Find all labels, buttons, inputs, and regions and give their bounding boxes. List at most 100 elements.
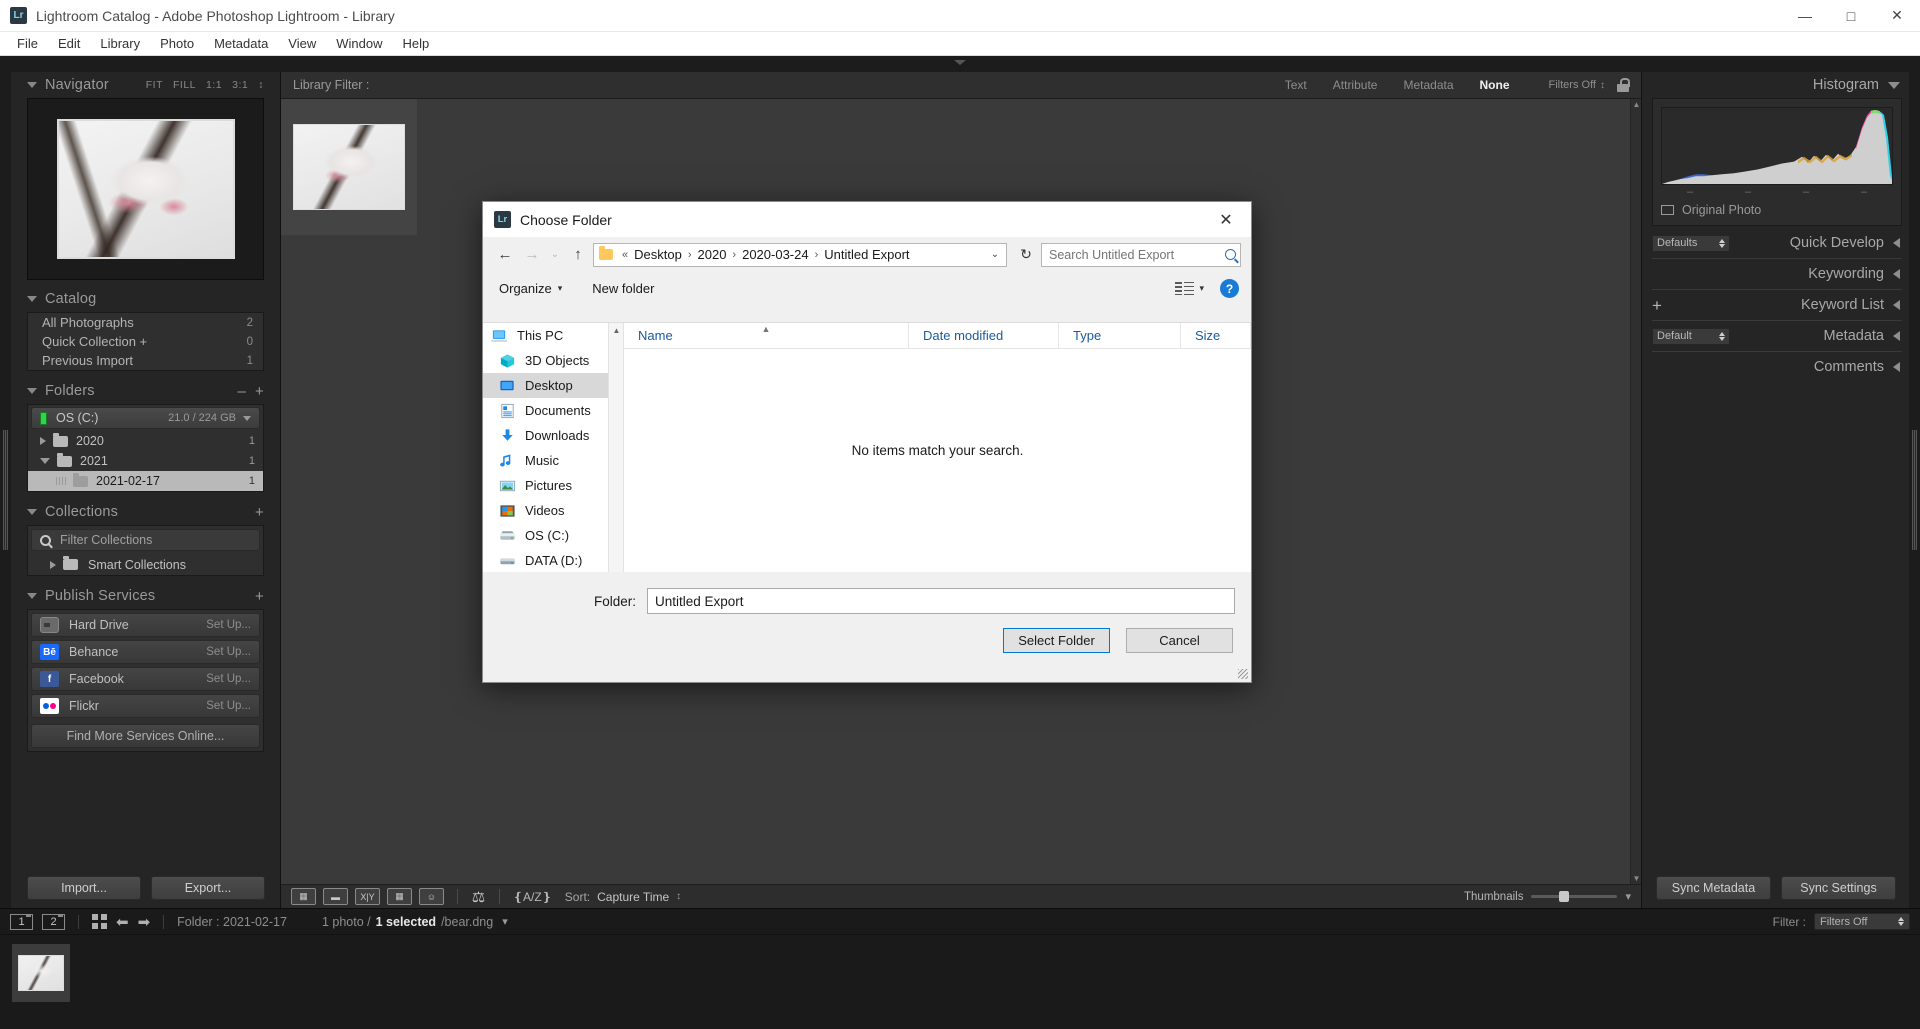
breadcrumb-item-2020[interactable]: 2020 — [695, 246, 730, 263]
select-folder-button[interactable]: Select Folder — [1003, 628, 1110, 653]
collections-header[interactable]: Collections + — [27, 499, 264, 525]
grid-view-icon[interactable] — [92, 914, 107, 929]
folders-header[interactable]: Folders – + — [27, 378, 264, 404]
sidebar-item-videos[interactable]: Videos — [483, 498, 623, 523]
spray-can-icon[interactable]: ⚖ — [471, 888, 486, 905]
drive-row-os-c[interactable]: OS (C:) 21.0 / 224 GB — [31, 407, 260, 429]
navigator-preview[interactable] — [27, 98, 264, 280]
left-panel-resize-handle[interactable] — [0, 72, 11, 908]
expand-dots-icon[interactable] — [56, 477, 66, 485]
dialog-close-button[interactable]: ✕ — [1209, 205, 1243, 235]
people-view-icon[interactable]: ☺ — [419, 888, 444, 905]
cancel-button[interactable]: Cancel — [1126, 628, 1233, 653]
panel-comments[interactable]: Comments — [1652, 354, 1902, 380]
filmstrip-thumbnail[interactable] — [12, 944, 70, 1002]
menu-metadata[interactable]: Metadata — [205, 34, 277, 53]
zoom-1-1[interactable]: 1:1 — [206, 79, 222, 91]
menu-help[interactable]: Help — [394, 34, 439, 53]
grid-view-icon[interactable]: ▦ — [291, 888, 316, 905]
right-panel-resize-handle[interactable] — [1909, 72, 1920, 908]
sidebar-item-os-c[interactable]: OS (C:) — [483, 523, 623, 548]
close-button[interactable]: ✕ — [1874, 0, 1920, 32]
zoom-fill[interactable]: FILL — [173, 79, 196, 91]
grid-scrollbar[interactable]: ▲ ▼ — [1630, 99, 1641, 884]
help-icon[interactable]: ? — [1220, 279, 1239, 298]
chevron-right-icon[interactable] — [40, 437, 46, 445]
screen-2-button[interactable]: 2 — [42, 914, 65, 930]
chevron-down-icon[interactable]: ⌄ — [986, 249, 1004, 260]
menu-view[interactable]: View — [279, 34, 325, 53]
catalog-item-previous-import[interactable]: Previous Import 1 — [28, 351, 263, 370]
publish-services-header[interactable]: Publish Services + — [27, 583, 264, 609]
panel-quick-develop[interactable]: Defaults Quick Develop — [1652, 230, 1902, 256]
new-folder-button[interactable]: New folder — [588, 278, 658, 299]
zoom-fit[interactable]: FIT — [146, 79, 163, 91]
collections-item-smart-collections[interactable]: Smart Collections — [28, 554, 263, 575]
original-photo-toggle[interactable]: Original Photo — [1661, 203, 1893, 217]
filter-tab-metadata[interactable]: Metadata — [1390, 75, 1466, 95]
filter-tab-none[interactable]: None — [1467, 75, 1523, 95]
export-button[interactable]: Export... — [151, 876, 265, 900]
sort-az-icon[interactable]: ❴A/Z❵ — [513, 890, 552, 904]
sidebar-item-downloads[interactable]: Downloads — [483, 423, 623, 448]
remove-folder-button[interactable]: – — [237, 384, 246, 399]
loupe-view-icon[interactable]: ▬ — [323, 888, 348, 905]
checkbox-icon[interactable] — [1661, 205, 1674, 215]
compare-view-icon[interactable]: X|Y — [355, 888, 380, 905]
import-button[interactable]: Import... — [27, 876, 141, 900]
breadcrumb-item-desktop[interactable]: Desktop — [631, 246, 685, 263]
maximize-button[interactable]: □ — [1828, 0, 1874, 32]
service-setup-link[interactable]: Set Up... — [206, 700, 251, 712]
filters-state-label[interactable]: Filters Off — [1549, 79, 1596, 91]
menu-edit[interactable]: Edit — [49, 34, 89, 53]
publish-service-facebook[interactable]: f Facebook Set Up... — [31, 667, 260, 691]
minimize-button[interactable]: — — [1782, 0, 1828, 32]
stepper-icon[interactable] — [1898, 917, 1904, 926]
navigator-header[interactable]: Navigator FIT FILL 1:1 3:1 ↕ — [27, 72, 264, 98]
filmstrip-filter-select[interactable]: Filters Off — [1814, 913, 1910, 930]
filmstrip-menu-chevron-icon[interactable]: ▾ — [502, 915, 508, 928]
sidebar-item-data-d[interactable]: DATA (D:) — [483, 548, 623, 573]
folder-name-input[interactable] — [655, 594, 1227, 609]
folder-name-field[interactable] — [647, 588, 1235, 614]
find-more-services-button[interactable]: Find More Services Online... — [31, 724, 260, 748]
sync-metadata-button[interactable]: Sync Metadata — [1656, 876, 1771, 900]
top-panel-toggle[interactable] — [0, 56, 1920, 72]
zoom-stepper-icon[interactable]: ↕ — [258, 79, 264, 91]
sort-value[interactable]: Capture Time — [597, 890, 669, 904]
panel-keyword-list[interactable]: + Keyword List — [1652, 292, 1902, 318]
histogram-header[interactable]: Histogram — [1652, 72, 1902, 98]
metadata-preset-select[interactable]: Default — [1652, 328, 1730, 345]
catalog-header[interactable]: Catalog — [27, 286, 264, 312]
sidebar-item-music[interactable]: Music — [483, 448, 623, 473]
folder-tree-item-2020[interactable]: 2020 1 — [28, 431, 263, 451]
organize-button[interactable]: Organize ▾ — [495, 278, 566, 299]
column-header-name[interactable]: ▲ Name — [624, 323, 909, 348]
up-button[interactable]: ↑ — [566, 243, 590, 267]
stepper-icon[interactable] — [1713, 239, 1725, 248]
sidebar-item-pictures[interactable]: Pictures — [483, 473, 623, 498]
back-arrow-icon[interactable]: ⬅ — [116, 913, 129, 931]
screen-1-button[interactable]: 1 — [10, 914, 33, 930]
catalog-item-quick-collection[interactable]: Quick Collection + 0 — [28, 332, 263, 351]
chevron-down-icon[interactable] — [243, 416, 251, 421]
menu-window[interactable]: Window — [327, 34, 391, 53]
forward-button[interactable]: → — [520, 243, 544, 267]
quick-develop-preset-select[interactable]: Defaults — [1652, 235, 1730, 252]
sidebar-item-desktop[interactable]: Desktop — [483, 373, 623, 398]
lock-icon[interactable] — [1617, 78, 1629, 92]
refresh-button[interactable]: ↻ — [1014, 243, 1038, 267]
filter-tab-text[interactable]: Text — [1272, 75, 1320, 95]
menu-file[interactable]: File — [8, 34, 47, 53]
add-folder-button[interactable]: + — [255, 384, 264, 399]
filter-collections-input[interactable]: Filter Collections — [31, 529, 260, 551]
filter-tab-attribute[interactable]: Attribute — [1320, 75, 1391, 95]
publish-service-behance[interactable]: Bē Behance Set Up... — [31, 640, 260, 664]
menu-photo[interactable]: Photo — [151, 34, 203, 53]
stepper-icon[interactable] — [1713, 332, 1725, 341]
catalog-item-all-photographs[interactable]: All Photographs 2 — [28, 313, 263, 332]
column-header-date-modified[interactable]: Date modified — [909, 323, 1059, 348]
panel-keywording[interactable]: Keywording — [1652, 261, 1902, 287]
sidebar-item-documents[interactable]: Documents — [483, 398, 623, 423]
sidebar-item-this-pc[interactable]: This PC — [483, 323, 623, 348]
